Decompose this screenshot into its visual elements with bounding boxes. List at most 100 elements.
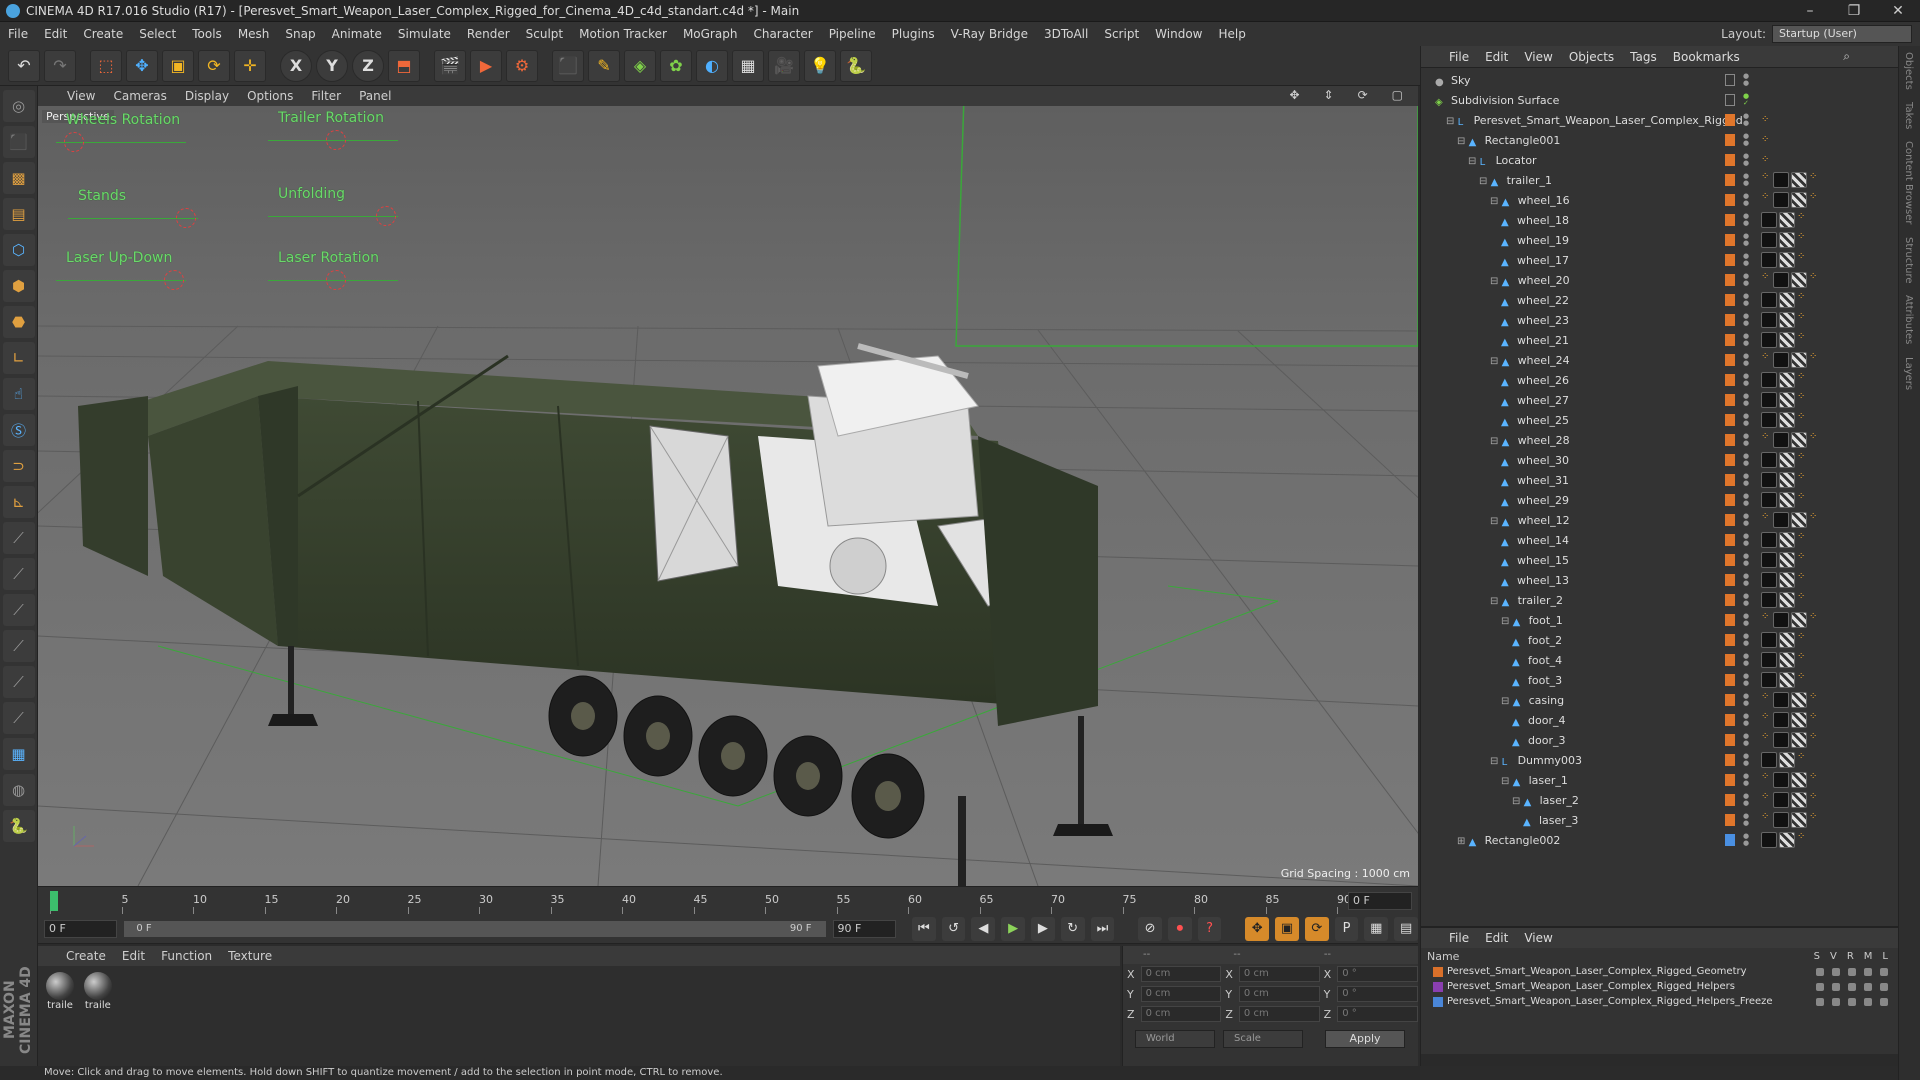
live-selection-icon[interactable]: ⬚ xyxy=(90,49,122,82)
layer-row[interactable]: Peresvet_Smart_Weapon_Laser_Complex_Rigg… xyxy=(1421,979,1898,994)
visibility-dots[interactable]: ● ● xyxy=(1743,193,1749,207)
coordinate-system-icon[interactable]: ⬒ xyxy=(388,49,420,82)
ik-icon[interactable]: ◍ xyxy=(2,774,35,806)
protection-tag-icon[interactable]: ⁘ xyxy=(1797,412,1807,422)
points-mode-icon[interactable]: ⬡ xyxy=(2,234,35,266)
object-row[interactable]: ▲ wheel_22 ● ● ⁘ xyxy=(1421,290,1899,310)
key-parameter-icon[interactable]: P xyxy=(1334,916,1359,941)
coord-field[interactable]: 0 cm xyxy=(1140,1006,1222,1022)
cube-primitive-icon[interactable]: ⬛ xyxy=(552,49,584,82)
protection-tag-icon[interactable]: ⁘ xyxy=(1809,792,1819,802)
material-tag-icon[interactable] xyxy=(1773,792,1789,808)
material-tag-icon[interactable] xyxy=(1773,172,1789,188)
layer-row[interactable]: Peresvet_Smart_Weapon_Laser_Complex_Rigg… xyxy=(1421,964,1898,979)
toggle-view-icon[interactable]: ▢ xyxy=(1383,88,1412,102)
object-row[interactable]: ▲ wheel_18 ● ● ⁘ xyxy=(1421,210,1899,230)
texture-tag-icon[interactable] xyxy=(1791,352,1807,368)
material-tag-icon[interactable] xyxy=(1761,392,1777,408)
layer-menu-file[interactable]: File xyxy=(1441,931,1477,945)
polygons-mode-icon[interactable]: ⬣ xyxy=(2,306,35,338)
layer-color-tag[interactable] xyxy=(1725,154,1735,166)
record-icon[interactable]: ⏺ xyxy=(1167,916,1192,941)
texture-tag-icon[interactable] xyxy=(1779,832,1795,848)
menu-render[interactable]: Render xyxy=(459,27,518,41)
protection-tag-icon[interactable]: ⁘ xyxy=(1809,612,1819,622)
object-row[interactable]: ▲ foot_3 ● ● ⁘ xyxy=(1421,670,1899,690)
visibility-dots[interactable]: ● ● xyxy=(1743,493,1749,507)
python-icon[interactable]: 🐍 xyxy=(840,49,872,82)
material-tag-icon[interactable] xyxy=(1773,812,1789,828)
minimize-button[interactable]: – xyxy=(1788,0,1832,22)
visibility-dots[interactable]: ● ● xyxy=(1743,613,1749,627)
key-rotation-icon[interactable]: ⟳ xyxy=(1304,916,1329,941)
visibility-dots[interactable]: ● ● xyxy=(1743,413,1749,427)
layer-color-tag[interactable] xyxy=(1725,114,1735,126)
layer-color-tag[interactable] xyxy=(1725,754,1735,766)
material-menu-create[interactable]: Create xyxy=(58,949,114,963)
texture-tag-icon[interactable] xyxy=(1779,572,1795,588)
texture-tag-icon[interactable] xyxy=(1791,772,1807,788)
cloner-icon[interactable]: ✿ xyxy=(660,49,692,82)
sculpt-tool-icon[interactable]: ⟋ xyxy=(2,522,35,554)
expand-toggle-icon[interactable]: ⊟ xyxy=(1490,436,1502,447)
go-to-end-icon[interactable]: ⏭ xyxy=(1090,916,1115,941)
layer-color-tag[interactable] xyxy=(1725,734,1735,746)
expand-toggle-icon[interactable]: ⊟ xyxy=(1490,516,1502,527)
texture-tag-icon[interactable] xyxy=(1791,192,1807,208)
texture-tag-icon[interactable] xyxy=(1779,552,1795,568)
layer-toggle-icon[interactable] xyxy=(1848,967,1856,976)
menu-script[interactable]: Script xyxy=(1096,27,1147,41)
side-tab-objects[interactable]: Objects xyxy=(1899,46,1918,96)
protection-tag-icon[interactable]: ⁘ xyxy=(1809,712,1819,722)
layer-toggle-icon[interactable] xyxy=(1880,997,1888,1006)
layer-color-tag[interactable] xyxy=(1725,834,1735,846)
texture-tag-icon[interactable] xyxy=(1779,752,1795,768)
menu-sculpt[interactable]: Sculpt xyxy=(518,27,571,41)
rig-control-handle[interactable] xyxy=(326,130,346,150)
protection-tag-icon[interactable]: ⁘ xyxy=(1809,732,1819,742)
object-row[interactable]: ▲ wheel_13 ● ● ⁘ xyxy=(1421,570,1899,590)
rig-control-handle[interactable] xyxy=(176,208,196,228)
object-row[interactable]: ▲ wheel_27 ● ● ⁘ xyxy=(1421,390,1899,410)
snapping-icon[interactable]: Ⓢ xyxy=(2,414,35,446)
edges-mode-icon[interactable]: ⬢ xyxy=(2,270,35,302)
texture-tag-icon[interactable] xyxy=(1779,652,1795,668)
visibility-dots[interactable]: ● ● xyxy=(1743,533,1749,547)
model-mode-icon[interactable]: ⬛ xyxy=(2,126,35,158)
go-to-start-icon[interactable]: ⏮ xyxy=(911,916,936,941)
object-row[interactable]: ▲ door_3 ● ● ⁘ ⁘ xyxy=(1421,730,1899,750)
expand-toggle-icon[interactable]: ⊟ xyxy=(1479,176,1491,187)
material-tag-icon[interactable] xyxy=(1761,592,1777,608)
layer-toggle-icon[interactable] xyxy=(1880,982,1888,991)
menu-file[interactable]: File xyxy=(0,27,36,41)
texture-tag-icon[interactable] xyxy=(1791,512,1807,528)
layer-color-tag[interactable] xyxy=(1725,174,1735,186)
close-button[interactable]: ✕ xyxy=(1876,0,1920,22)
texture-tag-icon[interactable] xyxy=(1779,292,1795,308)
layer-color-tag[interactable] xyxy=(1725,314,1735,326)
menu-snap[interactable]: Snap xyxy=(277,27,323,41)
visibility-dots[interactable]: ● ● xyxy=(1743,553,1749,567)
protection-tag-icon[interactable]: ⁘ xyxy=(1809,692,1819,702)
material-tag-icon[interactable] xyxy=(1761,532,1777,548)
visibility-dots[interactable]: ● ● xyxy=(1743,73,1749,87)
viewport-menu-cameras[interactable]: Cameras xyxy=(104,89,175,103)
protection-tag-icon[interactable]: ⁘ xyxy=(1809,192,1819,202)
layer-color-tag[interactable] xyxy=(1725,534,1735,546)
texture-tag-icon[interactable] xyxy=(1791,272,1807,288)
timeline-ruler[interactable]: 051015202530354045505560657075808590 0 F xyxy=(38,886,1418,915)
object-row[interactable]: ▲ wheel_23 ● ● ⁘ xyxy=(1421,310,1899,330)
object-menu-file[interactable]: File xyxy=(1441,50,1477,64)
visibility-dots[interactable]: ● ● xyxy=(1743,213,1749,227)
side-tab-content-browser[interactable]: Content Browser xyxy=(1899,135,1918,230)
material-tag-icon[interactable] xyxy=(1773,612,1789,628)
layer-color-tag[interactable] xyxy=(1725,774,1735,786)
apply-button[interactable]: Apply xyxy=(1325,1030,1405,1048)
viewport-menu-view[interactable]: View xyxy=(58,89,104,103)
visibility-dots[interactable]: ● ● xyxy=(1743,393,1749,407)
layer-color-swatch[interactable] xyxy=(1433,996,1443,1007)
menu-mograph[interactable]: MoGraph xyxy=(675,27,746,41)
texture-tag-icon[interactable] xyxy=(1791,732,1807,748)
expand-toggle-icon[interactable]: ⊟ xyxy=(1501,696,1513,707)
texture-tag-icon[interactable] xyxy=(1779,332,1795,348)
